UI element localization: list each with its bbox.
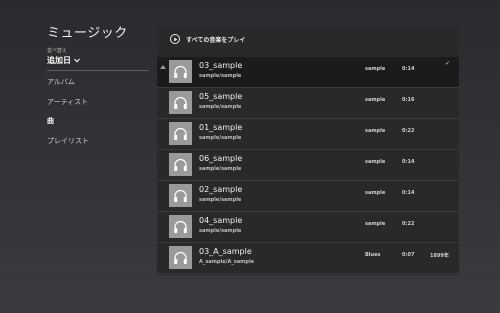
song-genre: sample xyxy=(365,190,386,196)
play-all-label: すべての音楽をプレイ xyxy=(186,36,246,44)
song-genre: sample xyxy=(365,128,386,134)
song-duration: 0:14 xyxy=(402,66,415,72)
sort-arrow-icon xyxy=(160,65,166,69)
song-title: 02_sample xyxy=(199,185,243,194)
song-title: 01_sample xyxy=(199,123,243,132)
song-duration: 0:22 xyxy=(402,221,415,227)
app-title: ミュージック xyxy=(47,26,128,41)
song-row[interactable]: 02_sample sample/sample sample 0:14 xyxy=(157,181,459,212)
song-artist-album: A_sample/A_sample xyxy=(199,259,255,265)
song-artist-album: sample/sample xyxy=(199,228,242,234)
song-duration: 0:22 xyxy=(402,128,415,134)
song-title: 05_sample xyxy=(199,92,243,101)
song-artist-album: sample/sample xyxy=(199,166,242,172)
divider xyxy=(47,70,149,71)
song-artist-album: sample/sample xyxy=(199,104,242,110)
headphones-icon xyxy=(169,215,192,238)
nav-item-songs[interactable]: 曲 xyxy=(47,116,54,126)
song-duration: 0:16 xyxy=(402,97,415,103)
song-genre: sample xyxy=(365,97,386,103)
song-duration: 0:14 xyxy=(402,190,415,196)
headphones-icon xyxy=(169,153,192,176)
song-row[interactable]: 04_sample sample/sample sample 0:22 xyxy=(157,212,459,243)
song-duration: 0:07 xyxy=(402,252,415,258)
headphones-icon xyxy=(169,60,192,83)
song-duration: 0:14 xyxy=(402,159,415,165)
headphones-icon xyxy=(169,246,192,269)
song-genre: sample xyxy=(365,221,386,227)
nav-item-albums[interactable]: アルバム xyxy=(47,77,75,87)
sort-dropdown[interactable]: 追加日 xyxy=(47,55,80,66)
song-list: 03_sample sample/sample sample 0:14 ✓ 05_samp… xyxy=(157,57,459,274)
nav-item-artists[interactable]: アーティスト xyxy=(47,97,88,107)
sidebar: ミュージック 並べ替え 追加日 アルバム アーティスト 曲 プレイリスト xyxy=(0,0,158,313)
song-artist-album: sample/sample xyxy=(199,197,242,203)
song-genre: sample xyxy=(365,159,386,165)
play-circle-icon xyxy=(170,34,180,44)
song-row[interactable]: 05_sample sample/sample sample 0:16 xyxy=(157,88,459,119)
nav-item-playlists[interactable]: プレイリスト xyxy=(47,136,89,146)
song-artist-album: sample/sample xyxy=(199,73,242,79)
song-list-panel: すべての音楽をプレイ 03_sample sample/sample sample 0… xyxy=(157,26,459,275)
song-title: 03_A_sample xyxy=(199,247,252,256)
song-year: 1899年 xyxy=(430,253,449,259)
song-genre: Blues xyxy=(365,252,381,258)
headphones-icon xyxy=(169,122,192,145)
song-row[interactable]: 03_sample sample/sample sample 0:14 ✓ xyxy=(157,57,459,88)
song-artist-album: sample/sample xyxy=(199,135,242,141)
headphones-icon xyxy=(169,91,192,114)
song-title: 03_sample xyxy=(199,61,243,70)
play-all-button[interactable]: すべての音楽をプレイ xyxy=(170,34,245,44)
song-genre: sample xyxy=(365,66,386,72)
song-title: 06_sample xyxy=(199,154,243,163)
song-row[interactable]: 03_A_sample A_sample/A_sample Blues 0:07 189… xyxy=(157,243,459,274)
sort-label: 並べ替え xyxy=(47,48,68,54)
sort-selected-value: 追加日 xyxy=(47,56,71,65)
headphones-icon xyxy=(169,184,192,207)
song-row[interactable]: 06_sample sample/sample sample 0:14 xyxy=(157,150,459,181)
song-row[interactable]: 01_sample sample/sample sample 0:22 xyxy=(157,119,459,150)
song-title: 04_sample xyxy=(199,216,243,225)
check-icon: ✓ xyxy=(445,60,451,67)
chevron-down-icon xyxy=(74,58,80,63)
